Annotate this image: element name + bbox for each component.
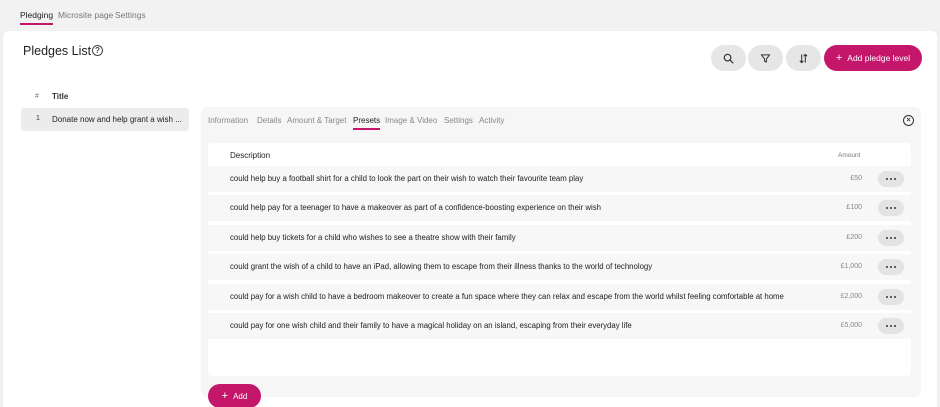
preset-amount: £5,000: [840, 322, 862, 329]
filter-icon: [760, 53, 771, 63]
preset-amount: £100: [846, 204, 862, 211]
row-more-button[interactable]: [878, 259, 904, 275]
column-header-description: Description: [230, 151, 271, 160]
row-more-button[interactable]: [878, 171, 904, 187]
close-icon[interactable]: ×: [903, 115, 914, 126]
tab-presets[interactable]: Presets: [353, 116, 381, 130]
search-button[interactable]: [711, 45, 746, 71]
preset-description: could help pay for a teenager to have a …: [230, 203, 602, 212]
table-row: could grant the wish of a child to have …: [208, 254, 911, 280]
preset-amount: £2,000: [840, 293, 862, 300]
presets-table: Description Amount could help buy a foot…: [208, 143, 911, 376]
plus-icon: +: [835, 51, 843, 64]
column-header-amount: Amount: [838, 152, 861, 159]
tab-amount-target[interactable]: Amount & Target: [287, 116, 346, 128]
add-preset-button[interactable]: + Add: [208, 384, 261, 407]
table-row: could pay for one wish child and their f…: [208, 313, 911, 339]
preset-description: could grant the wish of a child to have …: [230, 262, 653, 271]
add-preset-label: Add: [233, 391, 248, 401]
sort-icon: [799, 53, 808, 63]
preset-amount: £200: [846, 234, 862, 241]
row-more-button[interactable]: [878, 200, 904, 216]
preset-amount: £1,000: [840, 263, 862, 270]
tab-settings-panel[interactable]: Settings: [444, 116, 473, 128]
page-title: Pledges List: [23, 44, 92, 58]
tab-image-video[interactable]: Image & Video: [385, 116, 437, 128]
row-more-button[interactable]: [878, 289, 904, 305]
tab-pledging[interactable]: Pledging: [20, 10, 54, 25]
filter-button[interactable]: [748, 45, 783, 71]
table-row: could help pay for a teenager to have a …: [208, 195, 911, 221]
add-pledge-level-label: Add pledge level: [847, 53, 911, 63]
preset-description: could help buy tickets for a child who w…: [230, 233, 516, 242]
search-icon: [723, 53, 734, 63]
pledge-detail-panel: Information Details Amount & Target Pres…: [201, 107, 921, 407]
pledge-number: 1: [36, 115, 40, 122]
pledge-title: Donate now and help grant a wish ...: [52, 115, 182, 124]
add-pledge-level-button[interactable]: + Add pledge level: [824, 45, 922, 71]
table-row: could help buy tickets for a child who w…: [208, 225, 911, 251]
tab-microsite-page[interactable]: Microsite page: [58, 10, 113, 23]
tab-settings[interactable]: Settings: [115, 10, 146, 23]
tab-activity[interactable]: Activity: [479, 116, 504, 128]
top-nav: Pledging Microsite page Settings: [0, 0, 940, 30]
list-header-number: #: [35, 93, 39, 100]
table-row: could help buy a football shirt for a ch…: [208, 166, 911, 192]
main-card: Pledges List ? + Add pledge level # Titl…: [3, 31, 937, 407]
preset-description: could pay for one wish child and their f…: [230, 321, 632, 330]
list-header-title: Title: [52, 92, 69, 101]
preset-description: could pay for a wish child to have a bed…: [230, 292, 784, 301]
row-more-button[interactable]: [878, 230, 904, 246]
tab-details[interactable]: Details: [257, 116, 281, 128]
sort-button[interactable]: [786, 45, 821, 71]
tab-information[interactable]: Information: [208, 116, 248, 128]
preset-amount: £50: [850, 175, 862, 182]
help-icon[interactable]: ?: [92, 45, 103, 56]
row-more-button[interactable]: [878, 318, 904, 334]
plus-icon: +: [221, 389, 229, 402]
pledge-list-item[interactable]: 1 Donate now and help grant a wish ...: [21, 108, 189, 131]
preset-description: could help buy a football shirt for a ch…: [230, 174, 584, 183]
table-row: could pay for a wish child to have a bed…: [208, 284, 911, 310]
